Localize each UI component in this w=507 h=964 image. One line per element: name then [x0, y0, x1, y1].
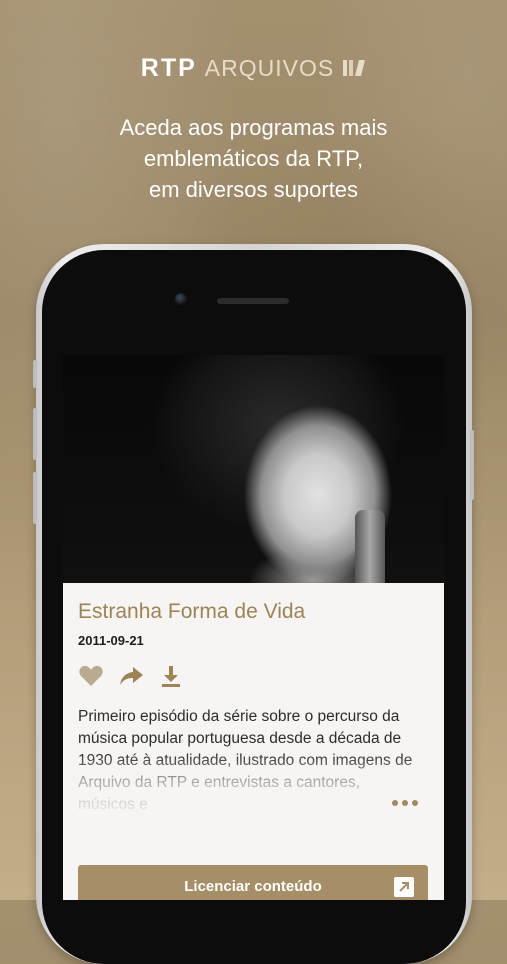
- dot-icon: [402, 800, 408, 806]
- earpiece-speaker: [217, 298, 289, 304]
- dot-icon: [392, 800, 398, 806]
- volume-up-button: [33, 408, 37, 460]
- mute-switch: [33, 360, 37, 388]
- hero-image: [63, 355, 444, 585]
- tagline: Aceda aos programas mais emblemáticos da…: [0, 112, 507, 205]
- content-title: Estranha Forma de Vida: [78, 600, 306, 623]
- heart-icon[interactable]: [78, 663, 104, 689]
- tagline-line: em diversos suportes: [148, 177, 359, 202]
- download-icon[interactable]: [158, 663, 184, 689]
- external-link-icon: [394, 877, 414, 897]
- license-content-button[interactable]: Licenciar conteúdo: [78, 865, 428, 900]
- share-icon[interactable]: [118, 663, 144, 689]
- phone-screen: Estranha Forma de Vida 2011-09-21 Primei…: [63, 355, 444, 900]
- content-date: 2011-09-21: [78, 633, 144, 648]
- description-fade: [63, 753, 444, 819]
- license-button-label: Licenciar conteúdo: [184, 878, 322, 895]
- power-button: [470, 430, 474, 500]
- brand-arquivos: ARQUIVOS: [204, 54, 335, 81]
- action-bar: [78, 663, 184, 689]
- microphone-image: [355, 510, 385, 585]
- archive-logo-icon: [342, 58, 366, 78]
- brand-rtp: RTP: [140, 53, 197, 82]
- front-camera: [175, 293, 187, 305]
- tagline-line: Aceda aos programas mais: [119, 115, 388, 140]
- tagline-line: emblemáticos da RTP,: [143, 146, 364, 171]
- dot-icon: [412, 800, 418, 806]
- content-card: Estranha Forma de Vida 2011-09-21 Primei…: [63, 583, 444, 900]
- volume-down-button: [33, 472, 37, 524]
- more-button[interactable]: [392, 800, 418, 806]
- app-logo: RTP ARQUIVOS: [0, 52, 507, 84]
